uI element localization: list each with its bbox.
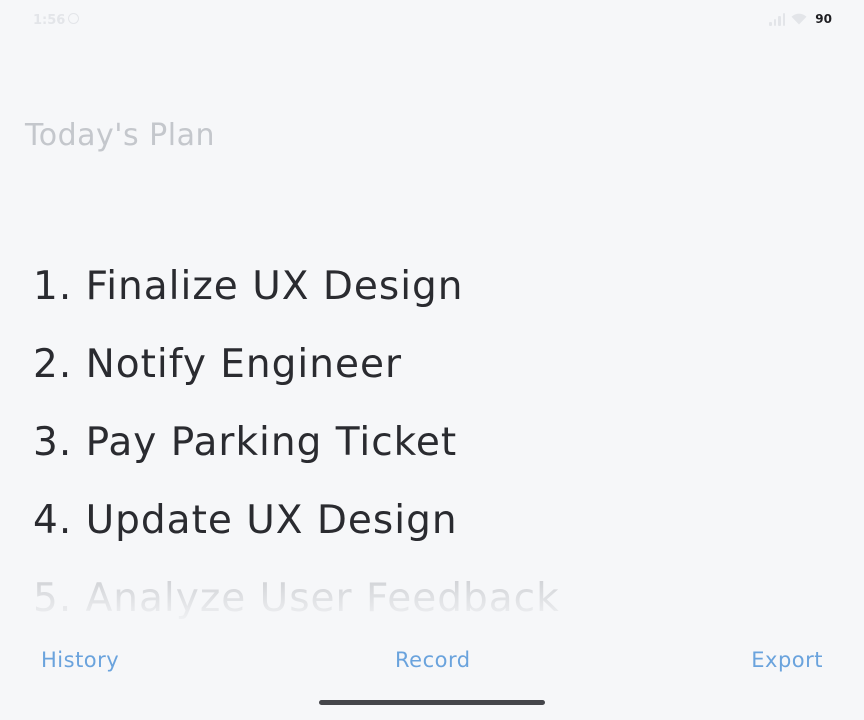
status-bar: 1:56 90 bbox=[0, 0, 864, 42]
home-indicator[interactable] bbox=[319, 700, 545, 705]
do-not-disturb-icon bbox=[68, 13, 79, 24]
plan-item[interactable]: 3. Pay Parking Ticket bbox=[33, 411, 833, 489]
plan-list: 1. Finalize UX Design 2. Notify Engineer… bbox=[33, 255, 833, 619]
page-title: Today's Plan bbox=[25, 118, 215, 153]
export-button[interactable]: Export bbox=[751, 648, 823, 672]
bottom-nav: History Record Export bbox=[0, 640, 864, 684]
signal-icon bbox=[769, 12, 786, 26]
status-time: 1:56 bbox=[33, 13, 66, 28]
plan-item[interactable]: 5. Analyze User Feedback bbox=[33, 567, 833, 619]
wifi-icon bbox=[791, 13, 807, 25]
plan-item[interactable]: 1. Finalize UX Design bbox=[33, 255, 833, 333]
plan-item[interactable]: 2. Notify Engineer bbox=[33, 333, 833, 411]
battery-level: 90 bbox=[815, 12, 832, 26]
plan-item[interactable]: 4. Update UX Design bbox=[33, 489, 833, 567]
record-button[interactable]: Record bbox=[395, 648, 471, 672]
app-screen: 1:56 90 Today's Plan 1. Finalize UX Desi… bbox=[0, 0, 864, 720]
status-indicators: 90 bbox=[769, 12, 832, 26]
history-button[interactable]: History bbox=[41, 648, 119, 672]
